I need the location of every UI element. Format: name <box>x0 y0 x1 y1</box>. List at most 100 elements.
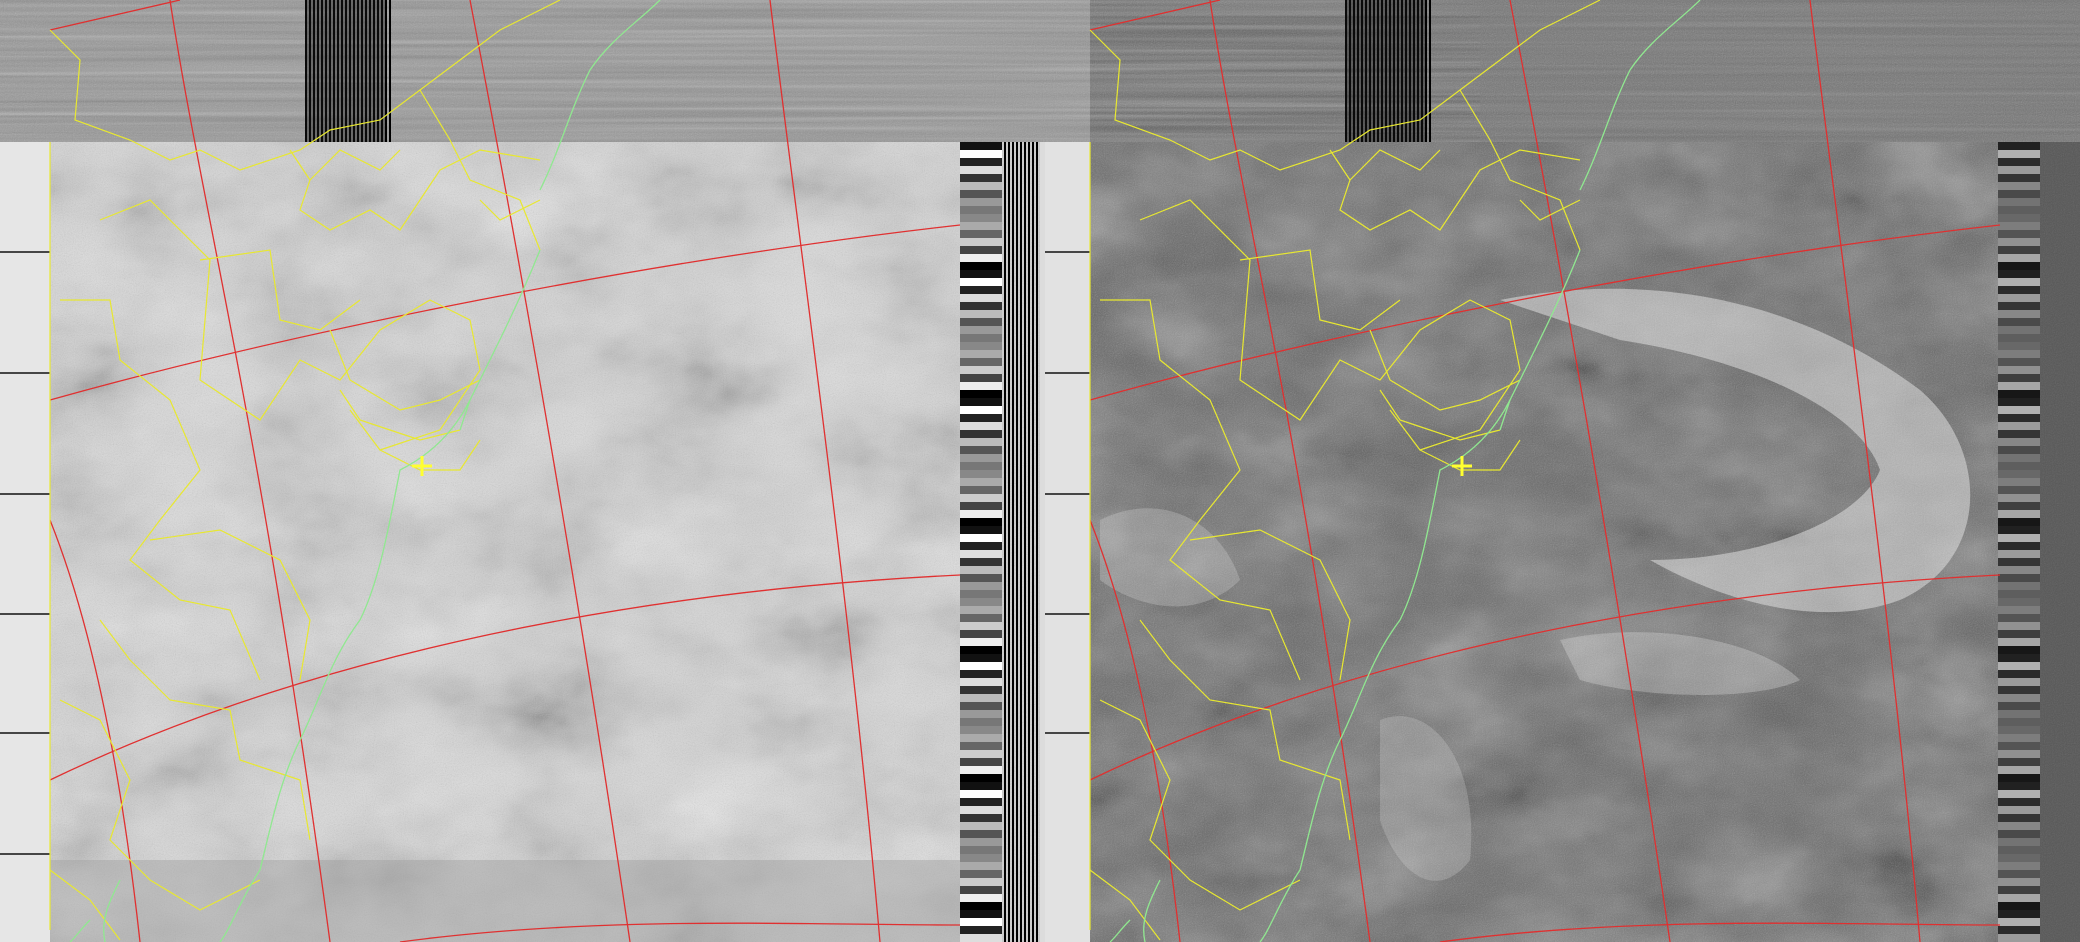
wedge-step <box>960 830 1002 838</box>
wedge-step <box>960 214 1002 222</box>
wedge-step <box>960 246 1002 254</box>
wedge-step <box>960 166 1002 174</box>
sync-bar <box>389 0 391 142</box>
wedge-step <box>960 694 1002 702</box>
wedge-step <box>960 374 1002 382</box>
left-telemetry-wedges <box>960 142 1002 942</box>
wedge-step <box>960 686 1002 694</box>
wedge-step <box>960 198 1002 206</box>
wedge-step <box>960 230 1002 238</box>
wedge-step <box>960 358 1002 366</box>
sync-bar <box>1032 142 1034 942</box>
wedge-step <box>960 934 1002 942</box>
wedge-step <box>960 582 1002 590</box>
wedge-step <box>960 462 1002 470</box>
wedge-step <box>960 678 1002 686</box>
wedge-step <box>960 550 1002 558</box>
sync-bar <box>1028 142 1030 942</box>
left-sync-margin <box>0 142 50 942</box>
wedge-step <box>960 878 1002 886</box>
wedge-step <box>960 446 1002 454</box>
wedge-step <box>960 622 1002 630</box>
wedge-step <box>960 510 1002 518</box>
sync-bar <box>1004 142 1006 942</box>
wedge-step <box>960 318 1002 326</box>
top-sync-shade <box>1345 0 1425 142</box>
sync-bar <box>1008 142 1010 942</box>
wedge-step <box>960 926 1002 934</box>
sync-bar <box>1020 142 1022 942</box>
left-channel <box>0 0 1090 942</box>
wedge-step <box>960 430 1002 438</box>
satellite-image <box>0 0 2080 942</box>
wedge-step <box>960 590 1002 598</box>
sync-bar <box>1036 142 1038 942</box>
wedge-step <box>960 566 1002 574</box>
wedge-step <box>960 598 1002 606</box>
wedge-step <box>960 526 1002 534</box>
wedge-step <box>960 806 1002 814</box>
left-sync-bars <box>1004 142 1038 942</box>
wedge-step <box>960 902 1002 910</box>
wedge-step <box>960 734 1002 742</box>
wedge-step <box>960 558 1002 566</box>
wedge-step <box>960 718 1002 726</box>
wedge-step <box>960 910 1002 918</box>
wedge-step <box>960 614 1002 622</box>
wedge-step <box>960 326 1002 334</box>
wedge-step <box>960 302 1002 310</box>
sync-bar <box>385 0 387 142</box>
wedge-step <box>960 406 1002 414</box>
wedge-step <box>960 606 1002 614</box>
wedge-step <box>960 630 1002 638</box>
wedge-step <box>960 310 1002 318</box>
wedge-step <box>960 518 1002 526</box>
wedge-step <box>960 174 1002 182</box>
top-sync-shade <box>305 0 385 142</box>
wedge-step <box>960 838 1002 846</box>
wedge-step <box>960 142 1002 150</box>
wedge-step <box>960 366 1002 374</box>
wedge-step <box>960 342 1002 350</box>
wedge-step <box>960 758 1002 766</box>
wedge-step <box>960 726 1002 734</box>
wedge-step <box>960 886 1002 894</box>
wedge-step <box>960 654 1002 662</box>
wedge-step <box>960 294 1002 302</box>
sync-bar <box>1425 0 1427 142</box>
wedge-step <box>960 334 1002 342</box>
wedge-step <box>960 286 1002 294</box>
wedge-step <box>960 918 1002 926</box>
wedge-step <box>960 670 1002 678</box>
wedge-step <box>960 254 1002 262</box>
wedge-step <box>960 182 1002 190</box>
wedge-step <box>960 710 1002 718</box>
wedge-step <box>960 774 1002 782</box>
wedge-step <box>960 270 1002 278</box>
wedge-step <box>960 502 1002 510</box>
wedge-step <box>960 662 1002 670</box>
wedge-step <box>960 782 1002 790</box>
wedge-step <box>960 382 1002 390</box>
sync-bar <box>1429 0 1431 142</box>
wedge-step <box>960 534 1002 542</box>
wedge-step <box>960 750 1002 758</box>
wedge-step <box>960 422 1002 430</box>
wedge-step <box>960 870 1002 878</box>
wedge-step <box>960 822 1002 830</box>
wedge-step <box>960 646 1002 654</box>
wedge-step <box>960 542 1002 550</box>
wedge-step <box>960 486 1002 494</box>
wedge-step <box>960 846 1002 854</box>
wedge-step <box>960 278 1002 286</box>
wedge-step <box>960 766 1002 774</box>
wedge-step <box>960 390 1002 398</box>
wedge-step <box>960 494 1002 502</box>
wedge-step <box>960 206 1002 214</box>
wedge-step <box>960 470 1002 478</box>
wedge-step <box>960 894 1002 902</box>
satellite-image-frame <box>0 0 2080 942</box>
wedge-step <box>960 742 1002 750</box>
wedge-step <box>960 790 1002 798</box>
wedge-step <box>960 454 1002 462</box>
